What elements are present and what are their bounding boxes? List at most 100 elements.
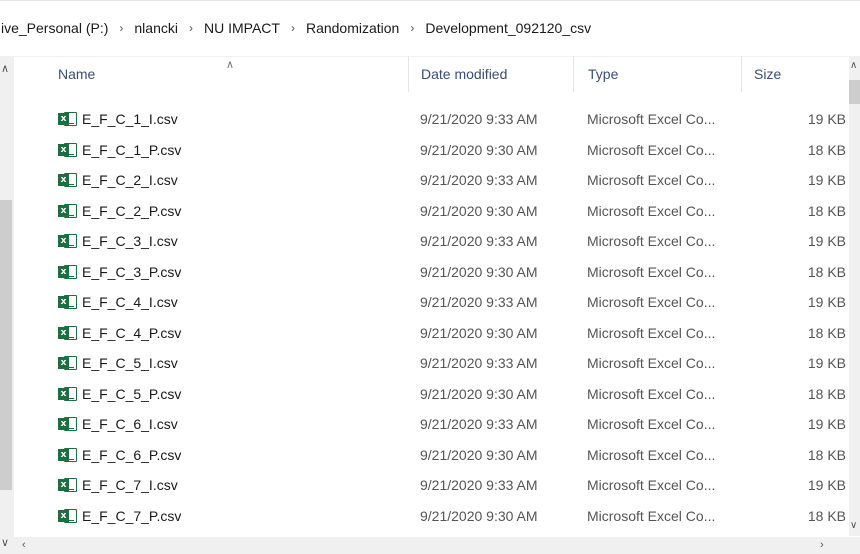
excel-csv-icon: x [58, 104, 80, 135]
file-row[interactable]: x E_F_C_2_P.csv 9/21/2020 9:30 AM Micros… [0, 196, 849, 227]
excel-csv-icon: x [58, 470, 80, 501]
file-size: 19 KB [807, 233, 846, 250]
file-date-modified: 9/21/2020 9:33 AM [420, 477, 538, 494]
file-type: Microsoft Excel Co... [587, 416, 716, 433]
excel-csv-icon: x [58, 257, 80, 288]
column-headers: Name Date modified Type Size [0, 56, 849, 92]
file-name: E_F_C_6_I.csv [82, 416, 178, 433]
file-size: 18 KB [807, 446, 846, 463]
file-name: E_F_C_2_I.csv [82, 172, 178, 189]
chevron-left-icon[interactable]: ‹ [22, 539, 26, 551]
file-list: x E_F_C_1_I.csv 9/21/2020 9:33 AM Micros… [0, 104, 849, 537]
chevron-right-icon[interactable]: › [282, 21, 304, 35]
file-size: 19 KB [807, 477, 846, 494]
file-date-modified: 9/21/2020 9:33 AM [420, 416, 538, 433]
breadcrumb-item-randomization[interactable]: Randomization [304, 20, 401, 36]
file-date-modified: 9/21/2020 9:30 AM [420, 446, 538, 463]
chevron-right-icon[interactable]: › [110, 21, 132, 35]
file-size: 19 KB [807, 172, 846, 189]
file-date-modified: 9/21/2020 9:30 AM [420, 202, 538, 219]
file-date-modified: 9/21/2020 9:33 AM [420, 172, 538, 189]
file-date-modified: 9/21/2020 9:30 AM [420, 385, 538, 402]
file-date-modified: 9/21/2020 9:33 AM [420, 355, 538, 372]
file-date-modified: 9/21/2020 9:30 AM [420, 263, 538, 280]
file-name: E_F_C_4_I.csv [82, 294, 178, 311]
column-header-date-modified[interactable]: Date modified [408, 56, 568, 92]
sort-ascending-icon: ∧ [226, 59, 235, 71]
file-type: Microsoft Excel Co... [587, 507, 716, 524]
file-size: 18 KB [807, 141, 846, 158]
excel-csv-icon: x [58, 409, 80, 440]
file-date-modified: 9/21/2020 9:30 AM [420, 324, 538, 341]
file-date-modified: 9/21/2020 9:33 AM [420, 233, 538, 250]
file-row[interactable]: x E_F_C_4_I.csv 9/21/2020 9:33 AM Micros… [0, 287, 849, 318]
file-size: 18 KB [807, 385, 846, 402]
chevron-up-icon[interactable]: ∧ [850, 60, 857, 71]
horizontal-scrollbar[interactable] [14, 537, 860, 554]
file-name: E_F_C_5_P.csv [82, 385, 182, 402]
excel-csv-icon: x [58, 440, 80, 471]
chevron-right-icon[interactable]: › [401, 21, 423, 35]
file-row[interactable]: x E_F_C_5_I.csv 9/21/2020 9:33 AM Micros… [0, 348, 849, 379]
file-size: 18 KB [807, 324, 846, 341]
file-type: Microsoft Excel Co... [587, 324, 716, 341]
file-row[interactable]: x E_F_C_3_P.csv 9/21/2020 9:30 AM Micros… [0, 257, 849, 288]
file-type: Microsoft Excel Co... [587, 141, 716, 158]
file-name: E_F_C_4_P.csv [82, 324, 182, 341]
file-row[interactable]: x E_F_C_6_I.csv 9/21/2020 9:33 AM Micros… [0, 409, 849, 440]
breadcrumb-item-drive[interactable]: ive_Personal (P:) [0, 20, 110, 36]
file-size: 19 KB [807, 111, 846, 128]
breadcrumb-item-nlancki[interactable]: nlancki [132, 20, 180, 36]
breadcrumb: ive_Personal (P:) › nlancki › NU IMPACT … [0, 0, 860, 57]
file-row[interactable]: x E_F_C_4_P.csv 9/21/2020 9:30 AM Micros… [0, 318, 849, 349]
file-type: Microsoft Excel Co... [587, 263, 716, 280]
file-row[interactable]: x E_F_C_5_P.csv 9/21/2020 9:30 AM Micros… [0, 379, 849, 410]
file-size: 19 KB [807, 355, 846, 372]
excel-csv-icon: x [58, 165, 80, 196]
file-name: E_F_C_7_P.csv [82, 507, 182, 524]
breadcrumb-item-nu-impact[interactable]: NU IMPACT [202, 20, 282, 36]
chevron-down-icon[interactable]: ∨ [850, 520, 857, 531]
file-size: 18 KB [807, 202, 846, 219]
file-name: E_F_C_2_P.csv [82, 202, 182, 219]
excel-csv-icon: x [58, 196, 80, 227]
file-date-modified: 9/21/2020 9:30 AM [420, 141, 538, 158]
chevron-right-icon[interactable]: › [180, 21, 202, 35]
file-name: E_F_C_7_I.csv [82, 477, 178, 494]
chevron-down-icon[interactable]: ∨ [1, 536, 9, 549]
column-header-type[interactable]: Type [573, 56, 741, 92]
excel-csv-icon: x [58, 135, 80, 166]
file-name: E_F_C_1_I.csv [82, 111, 178, 128]
file-type: Microsoft Excel Co... [587, 233, 716, 250]
file-date-modified: 9/21/2020 9:33 AM [420, 111, 538, 128]
file-row[interactable]: x E_F_C_1_P.csv 9/21/2020 9:30 AM Micros… [0, 135, 849, 166]
file-size: 19 KB [807, 294, 846, 311]
excel-csv-icon: x [58, 501, 80, 532]
file-row[interactable]: x E_F_C_2_I.csv 9/21/2020 9:33 AM Micros… [0, 165, 849, 196]
column-header-size[interactable]: Size [741, 56, 849, 92]
file-type: Microsoft Excel Co... [587, 111, 716, 128]
file-size: 18 KB [807, 263, 846, 280]
file-row[interactable]: x E_F_C_1_I.csv 9/21/2020 9:33 AM Micros… [0, 104, 849, 135]
file-type: Microsoft Excel Co... [587, 385, 716, 402]
file-list-scroll-thumb[interactable] [849, 80, 860, 104]
chevron-right-icon[interactable]: › [820, 539, 824, 551]
file-row[interactable]: x E_F_C_6_P.csv 9/21/2020 9:30 AM Micros… [0, 440, 849, 471]
file-size: 19 KB [807, 416, 846, 433]
excel-csv-icon: x [58, 379, 80, 410]
excel-csv-icon: x [58, 318, 80, 349]
file-row[interactable]: x E_F_C_7_P.csv 9/21/2020 9:30 AM Micros… [0, 501, 849, 532]
excel-csv-icon: x [58, 226, 80, 257]
file-row[interactable]: x E_F_C_7_I.csv 9/21/2020 9:33 AM Micros… [0, 470, 849, 501]
file-type: Microsoft Excel Co... [587, 172, 716, 189]
file-name: E_F_C_3_P.csv [82, 263, 182, 280]
file-row[interactable]: x E_F_C_3_I.csv 9/21/2020 9:33 AM Micros… [0, 226, 849, 257]
file-name: E_F_C_1_P.csv [82, 141, 182, 158]
file-list-vertical-scrollbar[interactable] [849, 56, 860, 536]
file-name: E_F_C_6_P.csv [82, 446, 182, 463]
breadcrumb-item-current-folder[interactable]: Development_092120_csv [423, 20, 593, 36]
file-name: E_F_C_3_I.csv [82, 233, 178, 250]
file-type: Microsoft Excel Co... [587, 477, 716, 494]
excel-csv-icon: x [58, 348, 80, 379]
file-type: Microsoft Excel Co... [587, 294, 716, 311]
